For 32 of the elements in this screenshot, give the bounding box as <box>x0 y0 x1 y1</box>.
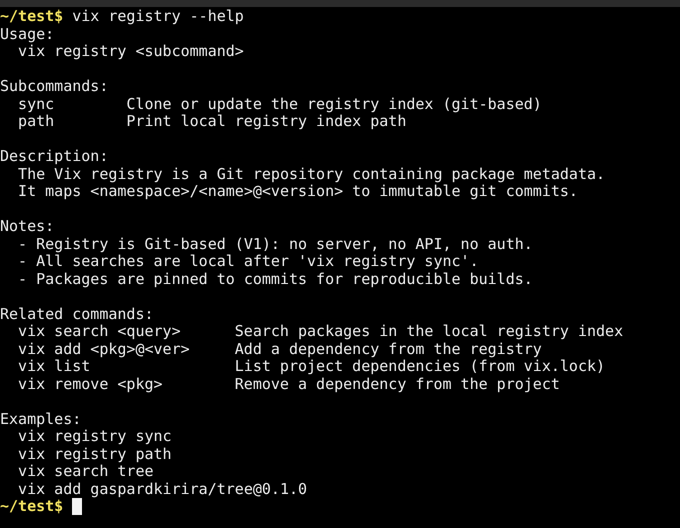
shell-prompt: ~/test$ <box>0 8 64 26</box>
command-name: vix remove <pkg> <box>18 374 163 392</box>
shell-prompt: ~/test$ <box>0 498 64 516</box>
section-heading: Related commands: <box>0 306 154 323</box>
command-name: vix add <pkg>@<ver> <box>18 340 190 358</box>
section-heading: Description: <box>0 148 108 166</box>
output-line: vix registry path <box>18 446 172 463</box>
cursor <box>72 498 82 516</box>
output-line: vix search tree <box>18 463 154 480</box>
output-line: vix add gaspardkirira/tree@0.1.0 <box>18 480 308 498</box>
output-line: It maps <namespace>/<name>@<version> to immutable git commits. <box>18 183 578 200</box>
command-text: vix registry --help <box>72 8 244 26</box>
command-description: Remove a dependency from the project <box>234 376 560 393</box>
command-description: Search packages in the local registry index <box>234 323 624 340</box>
command-name: vix list <box>18 357 90 375</box>
section-heading: Notes: <box>0 218 54 236</box>
output-line: - Packages are pinned to commits for reproducible builds. <box>18 270 533 288</box>
command-name: vix search <query> <box>18 322 181 340</box>
output-line: - Registry is Git-based (V1): no server, no API, no auth. <box>18 236 533 253</box>
command-description: Add a dependency from the registry <box>234 340 542 358</box>
output-line: - All searches are local after 'vix registry sync'. <box>18 253 479 270</box>
output-line: vix registry <subcommand> <box>18 43 244 60</box>
command-name: sync <box>18 94 54 112</box>
command-description: Clone or update the registry index (git-based) <box>126 96 542 113</box>
command-name: path <box>18 112 54 130</box>
section-heading: Subcommands: <box>0 78 108 96</box>
command-description: Print local registry index path <box>126 113 406 130</box>
section-heading: Examples: <box>0 410 82 428</box>
output-line: The Vix registry is a Git repository containing package metadata. <box>18 166 606 183</box>
output-line: vix registry sync <box>18 428 172 446</box>
command-description: List project dependencies (from vix.lock) <box>234 358 606 376</box>
section-heading: Usage: <box>0 26 54 43</box>
